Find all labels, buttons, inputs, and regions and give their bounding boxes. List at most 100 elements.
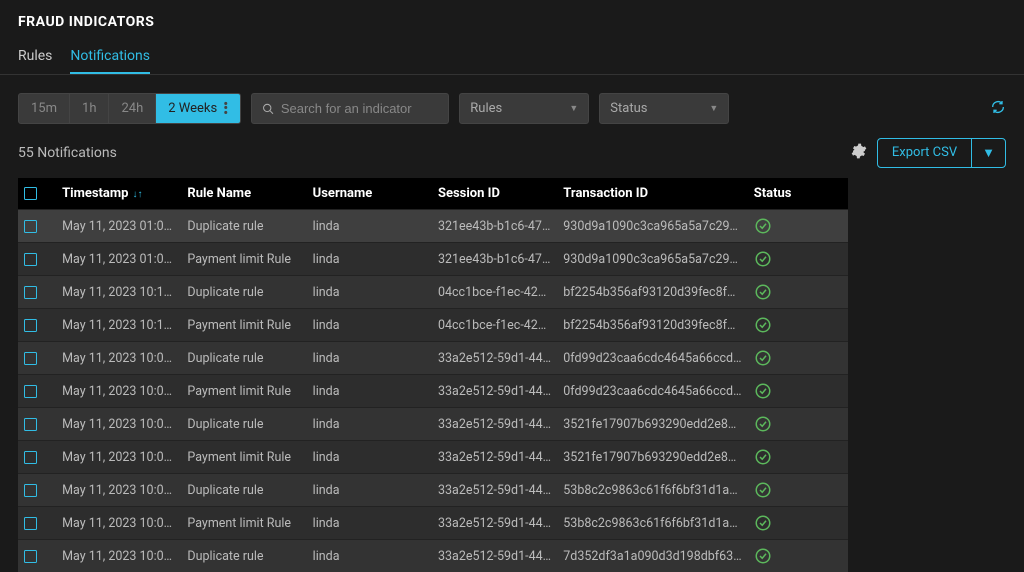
rules-select[interactable]: Rules ▼	[459, 93, 589, 124]
check-circle-icon	[754, 284, 772, 299]
cell-session: 04cc1bce-f1ec-4262-9…	[432, 309, 557, 342]
row-checkbox[interactable]	[24, 484, 37, 497]
cell-status	[748, 375, 848, 408]
cell-session: 33a2e512-59d1-4444-…	[432, 408, 557, 441]
table-row[interactable]: May 11, 2023 10:07:2…Duplicate rulelinda…	[18, 474, 848, 507]
row-checkbox[interactable]	[24, 550, 37, 563]
search-icon	[262, 102, 275, 116]
table-row[interactable]: May 11, 2023 10:06:2…Duplicate rulelinda…	[18, 540, 848, 572]
row-checkbox[interactable]	[24, 517, 37, 530]
cell-rule: Payment limit Rule	[181, 309, 306, 342]
row-checkbox[interactable]	[24, 319, 37, 332]
cell-txn: 7d352df3a1a090d3d198dbf63bab…	[557, 540, 747, 572]
table-row[interactable]: May 11, 2023 01:08:2…Payment limit Rulel…	[18, 243, 848, 276]
time-range-1h[interactable]: 1h	[70, 94, 109, 123]
table-row[interactable]: May 11, 2023 10:09:5…Duplicate rulelinda…	[18, 342, 848, 375]
cell-timestamp: May 11, 2023 10:07:2…	[56, 507, 181, 540]
cell-rule: Duplicate rule	[181, 276, 306, 309]
check-circle-icon	[754, 350, 772, 365]
row-checkbox[interactable]	[24, 418, 37, 431]
check-circle-icon	[754, 383, 772, 398]
refresh-button[interactable]	[990, 99, 1006, 119]
kebab-icon: •••	[223, 102, 228, 116]
cell-rule: Payment limit Rule	[181, 375, 306, 408]
cell-rule: Duplicate rule	[181, 408, 306, 441]
cell-user: linda	[307, 441, 432, 474]
cell-txn: bf2254b356af93120d39fec8f0190…	[557, 309, 747, 342]
time-range-2weeks[interactable]: 2 Weeks •••	[156, 94, 240, 123]
row-checkbox[interactable]	[24, 220, 37, 233]
refresh-icon	[990, 99, 1006, 115]
cell-timestamp: May 11, 2023 10:09:5…	[56, 375, 181, 408]
export-csv-button[interactable]: Export CSV	[878, 139, 971, 167]
cell-status	[748, 474, 848, 507]
table-row[interactable]: May 11, 2023 01:08:2…Duplicate rulelinda…	[18, 210, 848, 243]
table-row[interactable]: May 11, 2023 10:07:5…Duplicate rulelinda…	[18, 408, 848, 441]
table-row[interactable]: May 11, 2023 10:13:2…Payment limit Rulel…	[18, 309, 848, 342]
cell-rule: Duplicate rule	[181, 342, 306, 375]
cell-rule: Duplicate rule	[181, 474, 306, 507]
cell-user: linda	[307, 375, 432, 408]
cell-status	[748, 507, 848, 540]
row-checkbox[interactable]	[24, 352, 37, 365]
col-status[interactable]: Status	[748, 178, 848, 210]
time-range-label: 2 Weeks	[168, 101, 217, 116]
cell-session: 33a2e512-59d1-4444-…	[432, 507, 557, 540]
cell-user: linda	[307, 507, 432, 540]
row-checkbox[interactable]	[24, 253, 37, 266]
search-input[interactable]	[281, 101, 438, 116]
col-rule[interactable]: Rule Name	[181, 178, 306, 210]
time-range-24h[interactable]: 24h	[109, 94, 156, 123]
cell-timestamp: May 11, 2023 10:09:5…	[56, 342, 181, 375]
cell-timestamp: May 11, 2023 10:13:2…	[56, 276, 181, 309]
tab-notifications[interactable]: Notifications	[70, 48, 150, 74]
select-all-checkbox[interactable]	[24, 187, 37, 200]
count-row: 55 Notifications Export CSV ▼	[0, 138, 1024, 178]
cell-status	[748, 210, 848, 243]
table-row[interactable]: May 11, 2023 10:09:5…Payment limit Rulel…	[18, 375, 848, 408]
table-row[interactable]: May 11, 2023 10:07:5…Payment limit Rulel…	[18, 441, 848, 474]
cell-txn: 930d9a1090c3ca965a5a7c29f5758…	[557, 243, 747, 276]
gear-icon	[851, 143, 867, 159]
cell-user: linda	[307, 540, 432, 572]
time-range-15m[interactable]: 15m	[19, 94, 70, 123]
cell-user: linda	[307, 276, 432, 309]
sort-icon: ↓↑	[132, 189, 142, 200]
cell-status	[748, 342, 848, 375]
cell-txn: 3521fe17907b693290edd2e8955ff…	[557, 441, 747, 474]
settings-button[interactable]	[851, 143, 867, 163]
col-timestamp[interactable]: Timestamp↓↑	[56, 178, 181, 210]
cell-user: linda	[307, 210, 432, 243]
cell-timestamp: May 11, 2023 10:07:5…	[56, 441, 181, 474]
page-title: FRAUD INDICATORS	[0, 0, 1024, 48]
rules-select-label: Rules	[470, 101, 502, 116]
cell-session: 321ee43b-b1c6-475a-…	[432, 243, 557, 276]
cell-status	[748, 408, 848, 441]
table-row[interactable]: May 11, 2023 10:07:2…Payment limit Rulel…	[18, 507, 848, 540]
cell-txn: 0fd99d23caa6cdc4645a66ccdd0ed…	[557, 375, 747, 408]
notifications-count: 55 Notifications	[18, 145, 117, 161]
tab-rules[interactable]: Rules	[18, 48, 52, 74]
cell-session: 04cc1bce-f1ec-4262-9…	[432, 276, 557, 309]
cell-txn: bf2254b356af93120d39fec8f0190…	[557, 276, 747, 309]
right-actions: Export CSV ▼	[851, 138, 1006, 168]
status-select[interactable]: Status ▼	[599, 93, 729, 124]
check-circle-icon	[754, 317, 772, 332]
cell-rule: Payment limit Rule	[181, 243, 306, 276]
col-txn[interactable]: Transaction ID	[557, 178, 747, 210]
check-circle-icon	[754, 482, 772, 497]
cell-session: 33a2e512-59d1-4444-…	[432, 342, 557, 375]
table-wrap: Timestamp↓↑ Rule Name Username Session I…	[0, 178, 1024, 572]
col-session[interactable]: Session ID	[432, 178, 557, 210]
tabs: Rules Notifications	[0, 48, 1024, 75]
col-user[interactable]: Username	[307, 178, 432, 210]
cell-rule: Payment limit Rule	[181, 441, 306, 474]
table-row[interactable]: May 11, 2023 10:13:2…Duplicate rulelinda…	[18, 276, 848, 309]
cell-status	[748, 243, 848, 276]
row-checkbox[interactable]	[24, 385, 37, 398]
row-checkbox[interactable]	[24, 451, 37, 464]
export-csv-button-group: Export CSV ▼	[877, 138, 1006, 168]
cell-timestamp: May 11, 2023 10:06:2…	[56, 540, 181, 572]
row-checkbox[interactable]	[24, 286, 37, 299]
export-csv-dropdown[interactable]: ▼	[971, 139, 1005, 167]
